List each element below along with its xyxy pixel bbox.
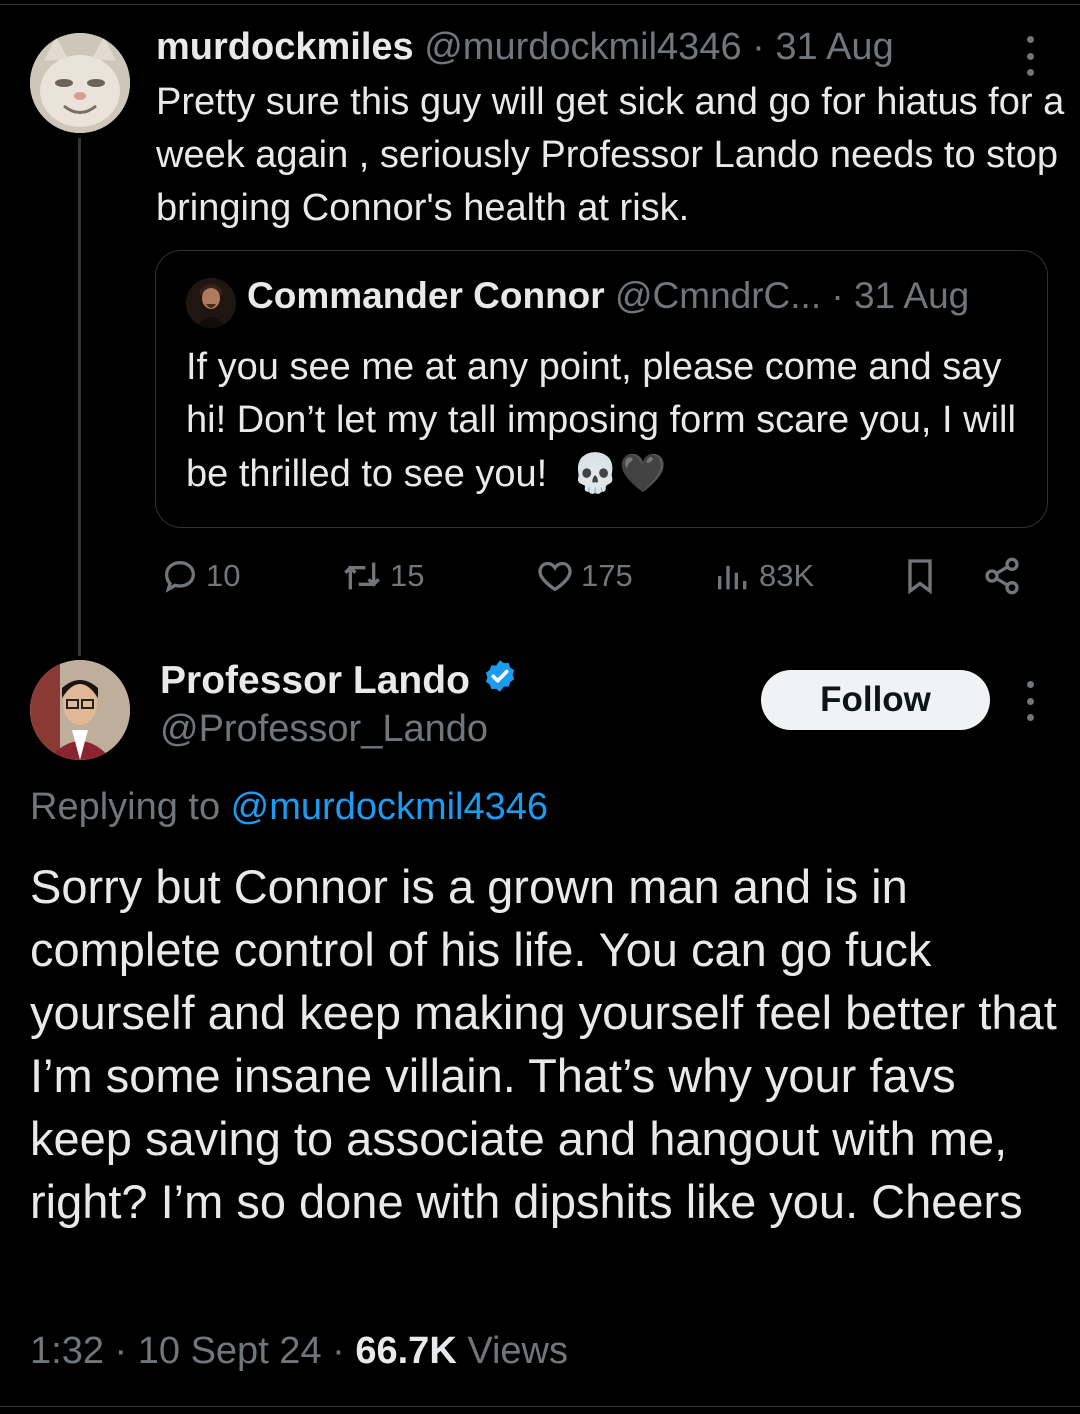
tweet-header: murdockmiles @murdockmil4346 · 31 Aug [156,26,894,69]
replying-handle-link[interactable]: @murdockmil4346 [231,786,548,828]
main-author-name[interactable]: Professor Lando [160,659,470,703]
bookmark-icon [900,556,940,596]
reply-icon [160,556,200,596]
main-tweet-text: Sorry but Connor is a grown man and is i… [30,860,1057,1228]
share-button[interactable] [982,556,1022,596]
tweet-date[interactable]: 31 Aug [775,26,893,68]
follow-button[interactable]: Follow [761,670,990,730]
repost-count: 15 [390,558,425,593]
tweet-time[interactable]: 1:32 [30,1330,104,1372]
like-count: 175 [581,558,633,593]
repost-icon [340,556,384,596]
author-name[interactable]: murdockmiles [156,26,414,68]
views-button[interactable]: 83K [713,556,814,596]
avatar-professor-lando[interactable] [30,660,130,760]
separator: · [321,1330,356,1372]
repost-button[interactable]: 15 [340,556,424,596]
quoted-author-name[interactable]: Commander Connor [247,275,605,316]
separator: · [821,275,854,316]
quoted-date[interactable]: 31 Aug [854,275,969,316]
main-author-handle[interactable]: @Professor_Lando [160,708,488,751]
tweet-meta: 1:32 · 10 Sept 24 · 66.7K Views [30,1330,568,1373]
thread-connector-line [78,138,81,656]
top-divider [0,4,1080,5]
quoted-header: Commander Connor @CmndrC... · 31 Aug [247,275,969,317]
tweet-date[interactable]: 10 Sept 24 [138,1330,322,1372]
avatar-murdockmiles[interactable] [30,33,130,133]
bottom-divider [0,1406,1080,1407]
more-icon[interactable] [1024,681,1036,721]
main-author-row: Professor Lando [160,658,518,704]
quoted-author-handle[interactable]: @CmndrC... [615,275,821,316]
tweet-text: Pretty sure this guy will get sick and g… [156,81,1065,229]
separator: · [741,26,776,68]
replying-prefix: Replying to [30,786,231,828]
share-icon [982,556,1022,596]
tweet-actions-bar: 10 15 175 83K [160,556,1030,606]
verified-badge-icon[interactable] [482,658,518,704]
quoted-text-block: If you see me at any point, please come … [186,341,1026,501]
like-button[interactable]: 175 [535,556,633,596]
avatar-commander-connor [186,278,236,328]
quoted-tweet[interactable]: Commander Connor @CmndrC... · 31 Aug If … [155,250,1048,528]
like-icon [535,556,575,596]
views-count: 83K [759,558,815,593]
reply-button[interactable]: 10 [160,556,240,596]
author-handle[interactable]: @murdockmil4346 [424,26,741,68]
more-icon[interactable] [1024,36,1036,76]
views-label: Views [456,1330,569,1372]
quoted-emojis: 💀🖤 [571,451,667,495]
views-icon [713,556,753,596]
separator: · [103,1330,138,1372]
replying-to: Replying to @murdockmil4346 [30,786,548,829]
views-total[interactable]: 66.7K [355,1330,456,1372]
reply-count: 10 [206,558,241,593]
bookmark-button[interactable] [900,556,940,596]
